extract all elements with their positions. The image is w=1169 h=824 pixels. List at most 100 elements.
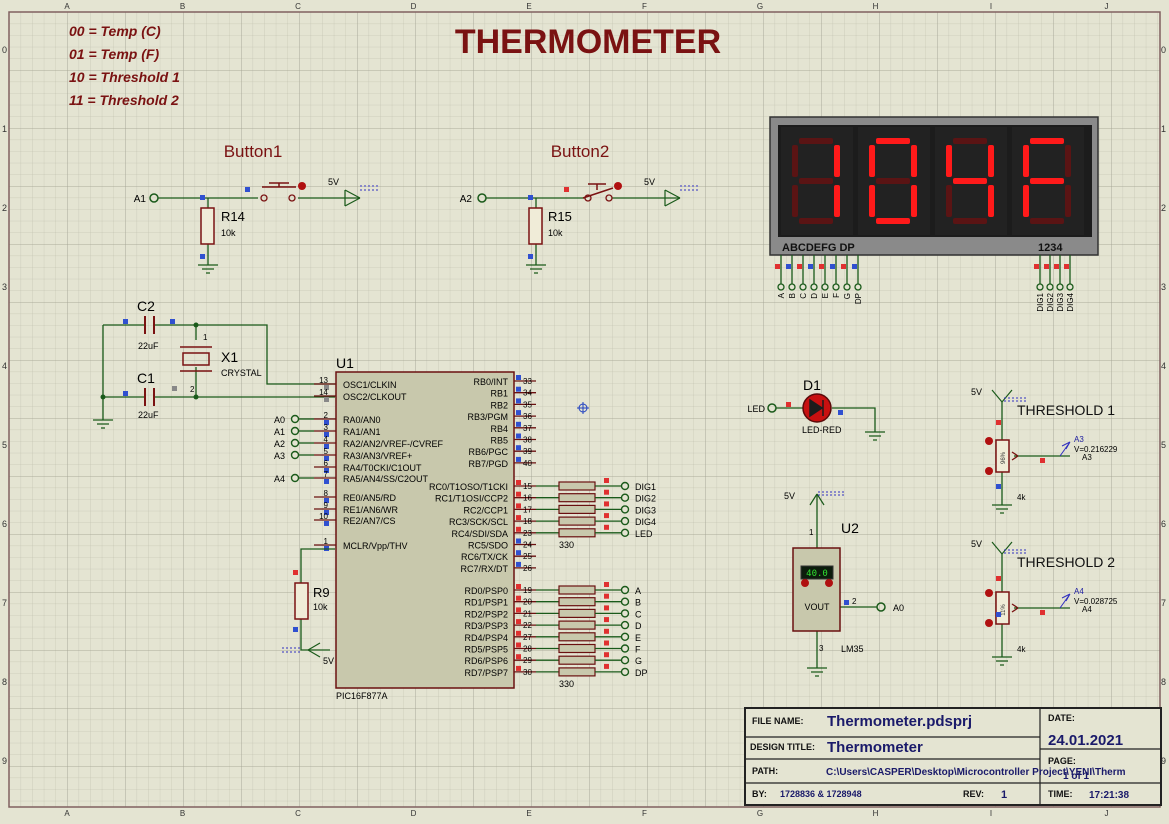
resistor-r15[interactable] [528,207,543,245]
pin-marker [123,391,128,396]
pin-marker [324,521,329,526]
pack-net-label: A [635,586,641,596]
pin-marker [604,593,609,599]
date: 24.01.2021 [1048,732,1123,749]
lm35-body[interactable] [792,547,841,632]
digit-segment [799,218,833,224]
mcu-pin-number: 19 [523,586,532,595]
pin-marker [516,526,521,532]
border-row-label: 6 [1161,519,1166,529]
pin-terminal [843,283,851,291]
terminal-icon [620,667,630,677]
digit-segment [799,138,833,144]
pin-terminal [832,283,840,291]
pack-resistor [558,585,596,595]
pin-marker [245,187,250,192]
pin-marker [516,561,521,567]
pin-marker [516,550,521,556]
resistor-r9[interactable] [294,582,309,620]
terminal-icon [290,414,300,424]
digit-segment [792,185,798,217]
path-label: PATH: [752,766,778,776]
mcu-pin-number: 9 [324,501,329,510]
button2-resistor-value: 10k [548,228,563,238]
border-row-label: 3 [2,282,7,292]
mcu-pin-number: 17 [523,505,532,514]
pin-marker [604,663,609,669]
mode-line: 00 = Temp (C) [69,23,161,39]
pin-marker [604,524,609,530]
pin-marker [1040,458,1045,463]
pin-marker [604,652,609,658]
mcu-pin-number: 4 [324,435,329,444]
pin-marker [996,484,1001,489]
pot-increase-button[interactable] [985,589,993,597]
decrease-temp-button[interactable] [801,579,809,587]
design-title: Thermometer [827,739,923,756]
increase-temp-button[interactable] [825,579,833,587]
pin-marker [996,420,1001,425]
lm35-part: LM35 [841,644,864,654]
pot-increase-button[interactable] [985,437,993,445]
pin-marker [604,640,609,646]
segment-pin-label: C [799,293,808,299]
probe-net-label: A3 [1074,435,1084,444]
border-col-label: I [990,2,992,11]
click-indicator[interactable] [298,182,306,190]
schematic-canvas[interactable]: AABBCCDDEEFFGGHHIIJJKK 00112233445566778… [0,0,1169,819]
probe-net-label: A4 [1074,587,1084,596]
border-col-label: J [1105,809,1109,818]
pack-resistor [558,643,596,654]
mcu-pin-name: RB6/PGC [468,447,508,457]
digit-segment [869,185,875,217]
mcu-pin-number: 33 [523,377,532,386]
pin-marker [516,433,521,439]
border-row-label: 0 [1161,45,1166,55]
segment-pin-label: B [788,293,797,298]
lm35-vcc-label: 5V [784,491,795,501]
pin-marker [604,628,609,634]
pot-decrease-button[interactable] [985,619,993,627]
digit-segment [1023,185,1029,217]
mcu-pin-name: OSC1/CLKIN [343,380,397,390]
mcu-pin-name: RE1/AN6/WR [343,505,399,515]
time-label: TIME: [1048,789,1073,799]
digit-segment [953,138,987,144]
mcu-pin-number: 18 [523,517,532,526]
mcu-pin-number: 36 [523,412,532,421]
digit-segment [1030,178,1064,184]
mcu-pin-number: 7 [324,470,329,479]
pin-marker [516,445,521,451]
pack-net-label: LED [635,529,653,539]
led-ref: D1 [803,377,821,393]
mcu-pin-name: RC2/CCP1 [463,505,508,515]
button1-resistor-value: 10k [221,228,236,238]
mcu-pin-number: 38 [523,436,532,445]
resistor-r14[interactable] [200,207,215,245]
pin-marker [604,478,609,483]
pin-marker [1054,264,1059,269]
border-col-label: G [757,809,763,818]
border-row-label: 7 [2,598,7,608]
mcu-pin-name: RA2/AN2/VREF-/CVREF [343,439,444,449]
pin-marker [1040,610,1045,615]
click-indicator[interactable] [614,182,622,190]
terminal-icon [620,656,630,665]
pack-net-label: DIG2 [635,494,656,504]
terminal-icon [620,516,630,526]
pot-decrease-button[interactable] [985,467,993,475]
mcu-pin-number: 15 [523,482,532,491]
pin-marker [516,665,521,671]
threshold-net-label: A4 [1082,605,1092,614]
pack-net-label: DIG4 [635,517,656,527]
pack-resistor [558,620,596,630]
mcu-pin-name: RB4 [490,424,508,434]
pin-marker [830,264,835,269]
border-row-label: 4 [2,361,7,371]
button1-resistor-ref: R14 [221,209,245,224]
pin-marker [844,600,849,605]
pin-marker [1064,264,1069,269]
pack-resistor [558,597,596,607]
terminal-icon [290,438,300,448]
pack-net-label: D [635,621,642,631]
